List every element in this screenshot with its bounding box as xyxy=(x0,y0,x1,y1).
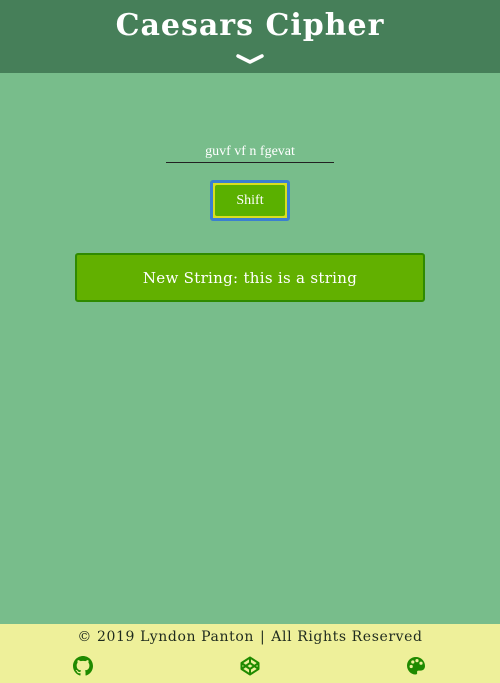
page-footer: © 2019 Lyndon Panton | All Rights Reserved xyxy=(0,624,500,683)
codepen-icon xyxy=(240,656,260,676)
github-icon xyxy=(73,656,93,676)
shift-button[interactable]: Shift xyxy=(210,180,290,221)
copyright-rights: All Rights Reserved xyxy=(271,629,423,645)
page-title: Caesars Cipher xyxy=(115,8,385,43)
copyright-separator: | xyxy=(259,629,266,645)
app-header: Caesars Cipher xyxy=(0,0,500,73)
copyright-owner: © 2019 Lyndon Panton xyxy=(77,629,254,645)
palette-link[interactable] xyxy=(406,656,426,676)
copyright-text: © 2019 Lyndon Panton | All Rights Reserved xyxy=(0,629,500,645)
chevron-down-icon[interactable] xyxy=(235,52,265,66)
codepen-link[interactable] xyxy=(240,656,260,676)
shift-button-label: Shift xyxy=(215,185,285,216)
cipher-input[interactable] xyxy=(166,142,334,163)
github-link[interactable] xyxy=(73,656,93,676)
result-output: New String: this is a string xyxy=(75,253,425,302)
palette-icon xyxy=(407,657,425,675)
